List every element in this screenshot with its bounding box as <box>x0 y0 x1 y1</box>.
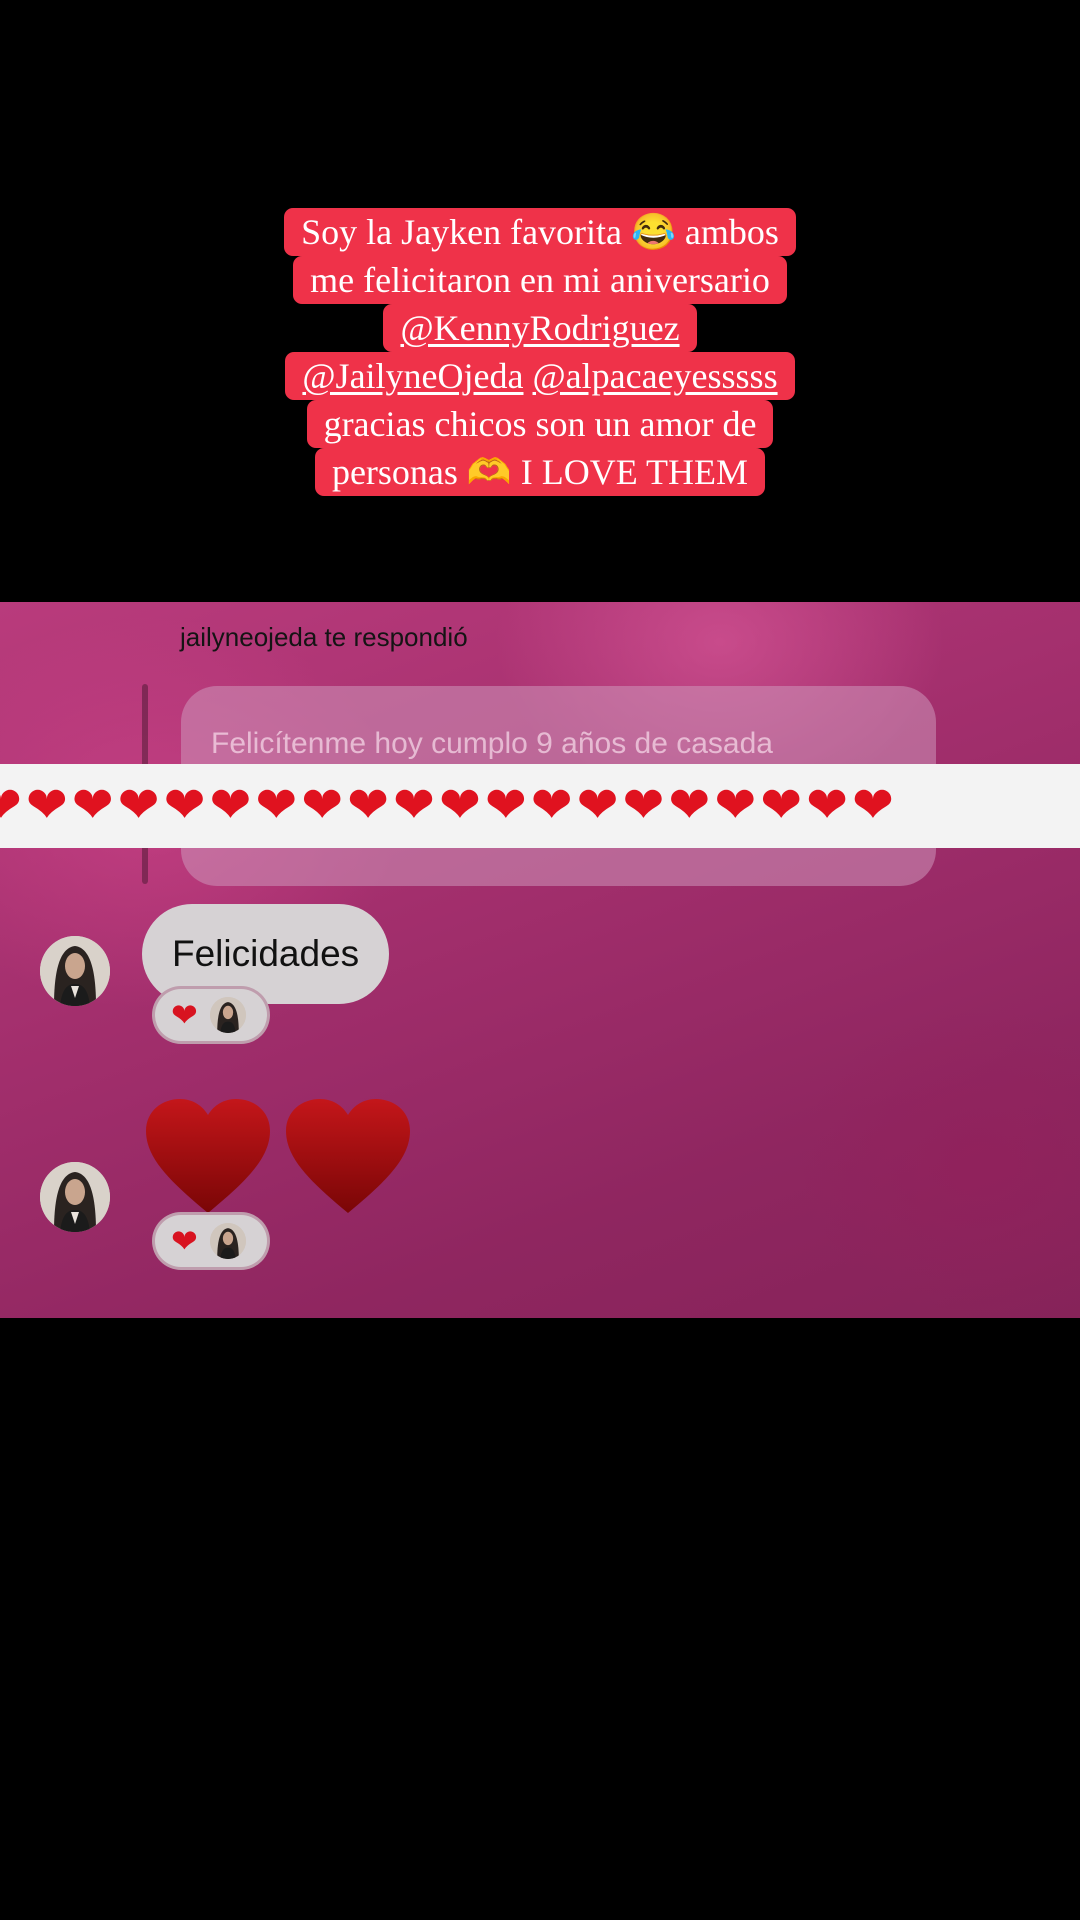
reactor-avatar <box>209 997 246 1033</box>
reaction-badge[interactable]: ❤ <box>152 986 270 1044</box>
message-text: Felicidades <box>172 933 360 974</box>
profile-photo-icon <box>40 936 110 1006</box>
caption-line: gracias chicos son un amor de <box>306 400 774 448</box>
replied-label: jailyneojeda te respondió <box>180 622 468 652</box>
caption-line: Soy la Jayken favorita 😂 ambos <box>284 208 796 256</box>
hearts-strip: ❤❤❤❤❤❤❤❤❤❤❤❤❤❤❤❤❤❤❤❤ <box>0 764 1080 848</box>
mention-jailyne[interactable]: @JailyneOjeda <box>302 356 523 396</box>
caption-line: @KennyRodriguez <box>383 304 697 352</box>
hearts-row: ❤❤❤❤❤❤❤❤❤❤❤❤❤❤❤❤❤❤❤❤ <box>0 776 898 834</box>
profile-photo-icon <box>209 997 246 1033</box>
reactor-avatar <box>209 1223 246 1259</box>
caption-line: me felicitaron en mi aniversario <box>293 256 787 304</box>
mention-alpacaeyes[interactable]: @alpacaeyesssss <box>533 356 778 396</box>
big-hearts-message[interactable] <box>142 1097 414 1217</box>
caption-line: @JailyneOjeda @alpacaeyesssss <box>285 352 795 400</box>
heart-reaction-icon: ❤ <box>171 996 198 1034</box>
reaction-badge[interactable]: ❤ <box>152 1212 270 1270</box>
story-caption: Soy la Jayken favorita 😂 ambos me felici… <box>0 208 1080 496</box>
avatar[interactable] <box>40 936 110 1006</box>
heart-icon <box>286 1099 410 1213</box>
caption-line: personas 🫶 I LOVE THEM <box>314 448 766 496</box>
heart-reaction-icon: ❤ <box>171 1222 198 1260</box>
profile-photo-icon <box>209 1223 246 1259</box>
profile-photo-icon <box>40 1162 110 1232</box>
heart-icon <box>146 1099 270 1213</box>
dm-screenshot: jailyneojeda te respondió Felicítenme ho… <box>0 602 1080 1318</box>
mention-kenny[interactable]: @KennyRodriguez <box>400 308 679 348</box>
avatar[interactable] <box>40 1162 110 1232</box>
